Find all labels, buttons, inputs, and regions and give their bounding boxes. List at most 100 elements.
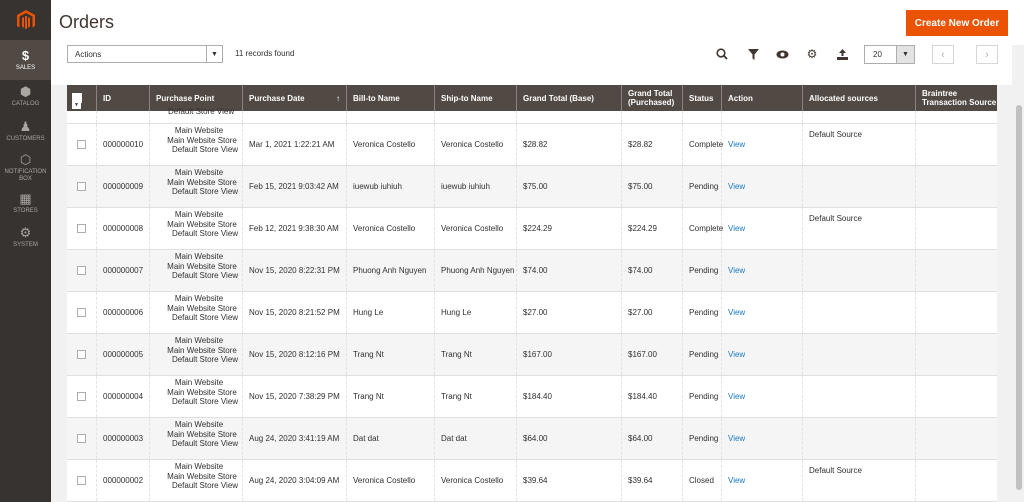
sidebar-item-notification-box[interactable]: ⬡ NOTIFICATION BOX <box>0 149 51 187</box>
view-order-link[interactable]: View <box>728 224 745 233</box>
column-header-purchase-date[interactable]: Purchase Date ↑ <box>243 85 347 111</box>
braintree-cell <box>916 124 997 165</box>
page-scrollbar[interactable] <box>1014 45 1024 502</box>
eye-icon[interactable] <box>773 45 791 63</box>
table-row[interactable]: 000000005 Main Website Main Website Store D… <box>67 334 997 376</box>
column-header-status[interactable]: Status <box>683 85 722 111</box>
purchase-point-website: Main Website <box>174 168 224 177</box>
purchase-point-store-view: Default Store View <box>171 229 239 238</box>
source-cell: Default Source <box>803 124 916 165</box>
status-cell: Complete <box>683 208 723 249</box>
row-select-cell <box>67 334 97 375</box>
sort-ascending-icon[interactable]: ↑ <box>336 94 340 103</box>
page-size-value: 20 <box>873 50 882 59</box>
id-cell: 000000004 <box>97 376 150 417</box>
view-order-link[interactable]: View <box>728 392 745 401</box>
table-row[interactable]: 000000009 Main Website Main Website Store D… <box>67 166 997 208</box>
id-cell: 000000008 <box>97 208 150 249</box>
create-new-order-button[interactable]: Create New Order <box>906 10 1008 36</box>
row-checkbox[interactable] <box>77 434 86 443</box>
purchase-point-store-view: Default Store View <box>171 439 239 448</box>
table-row[interactable]: 000000002 Main Website Main Website Store D… <box>67 460 997 502</box>
row-checkbox[interactable] <box>77 308 86 317</box>
purchase-point-website: Main Website <box>174 210 224 219</box>
purchased-value: $184.40 <box>628 392 657 401</box>
purchased-value: $27.00 <box>628 308 653 317</box>
base-value: $39.64 <box>523 476 548 485</box>
column-header-action[interactable]: Action <box>722 85 803 111</box>
column-header-label: Status <box>689 93 714 103</box>
status-value: Pending <box>689 308 719 317</box>
column-header-id[interactable]: ID <box>97 85 150 111</box>
table-row[interactable]: 000000004 Main Website Main Website Store D… <box>67 376 997 418</box>
table-row[interactable]: 000000003 Main Website Main Website Store D… <box>67 418 997 460</box>
table-row[interactable]: 000000006 Main Website Main Website Store D… <box>67 292 997 334</box>
date-cell: Feb 12, 2021 9:38:30 AM <box>243 208 347 249</box>
row-checkbox[interactable] <box>77 476 86 485</box>
base-value: $75.00 <box>523 182 548 191</box>
view-order-link[interactable]: View <box>728 476 745 485</box>
table-row[interactable]: 000000008 Main Website Main Website Store D… <box>67 208 997 250</box>
sidebar-item-stores[interactable]: ▦ STORES <box>0 187 51 220</box>
braintree-cell <box>916 334 997 375</box>
view-order-link[interactable]: View <box>728 182 745 191</box>
status-cell: Pending <box>683 292 722 333</box>
bill-cell: Veronica Costello <box>347 124 435 165</box>
filter-icon[interactable] <box>744 45 762 63</box>
table-row[interactable]: 000000010 Main Website Main Website Store D… <box>67 124 997 166</box>
mass-actions-dropdown[interactable]: Actions ▼ <box>67 45 223 63</box>
gear-icon: ⚙ <box>19 225 32 240</box>
table-row[interactable]: 000000007 Main Website Main Website Store D… <box>67 250 997 292</box>
row-checkbox[interactable] <box>77 266 86 275</box>
date-cell: Feb 15, 2021 9:03:42 AM <box>243 166 347 207</box>
sidebar-item-catalog[interactable]: ⬢ CATALOG <box>0 80 51 113</box>
view-order-link[interactable]: View <box>728 350 745 359</box>
view-order-link[interactable]: View <box>728 308 745 317</box>
base-cell: $74.00 <box>517 250 622 291</box>
row-checkbox[interactable] <box>77 224 86 233</box>
action-cell: View <box>722 250 803 291</box>
next-page-button[interactable]: › <box>976 45 998 64</box>
id-value: 000000008 <box>103 224 144 233</box>
row-checkbox[interactable] <box>77 182 86 191</box>
sidebar-item-customers[interactable]: ♟ CUSTOMERS <box>0 113 51 149</box>
column-header-braintree-transaction-source[interactable]: Braintree Transaction Source <box>916 85 997 111</box>
export-icon[interactable] <box>833 45 851 63</box>
row-checkbox[interactable] <box>77 392 86 401</box>
sidebar-item-sales[interactable]: $ SALES <box>0 40 51 80</box>
table-row-partial: Default Store View <box>67 108 997 124</box>
base-value: $184.40 <box>523 392 552 401</box>
column-header-grand-total-base[interactable]: Grand Total (Base) <box>517 85 622 111</box>
id-value: 000000010 <box>103 140 144 149</box>
id-cell: 000000010 <box>97 124 150 165</box>
sidebar-item-system[interactable]: ⚙ SYSTEM <box>0 220 51 255</box>
scrollbar-thumb[interactable] <box>1016 105 1022 490</box>
page-size-select[interactable]: 20 ▼ <box>864 45 915 64</box>
column-header-grand-total-purchased[interactable]: Grand Total (Purchased) <box>622 85 683 111</box>
ship-cell: Trang Nt <box>435 334 517 375</box>
column-header-label: Purchase Point <box>156 93 215 103</box>
view-order-link[interactable]: View <box>728 140 745 149</box>
base-value: $27.00 <box>523 308 548 317</box>
view-order-link[interactable]: View <box>728 434 745 443</box>
orders-grid: ▼ ID Purchase Point Purchase Date ↑ Bill-to N… <box>67 85 997 502</box>
column-header-bill-to-name[interactable]: Bill-to Name <box>347 85 435 111</box>
id-value: 000000006 <box>103 308 144 317</box>
person-icon: ♟ <box>19 118 32 134</box>
ship-value: Veronica Costello <box>441 224 504 233</box>
dollar-icon: $ <box>21 47 30 63</box>
table-cell <box>517 111 622 123</box>
date-cell: Nov 15, 2020 8:12:16 PM <box>243 334 347 375</box>
search-icon[interactable] <box>713 45 731 63</box>
previous-page-button[interactable]: ‹ <box>932 45 954 64</box>
row-checkbox[interactable] <box>77 140 86 149</box>
column-header-label: Allocated sources <box>809 93 878 103</box>
gear-icon[interactable]: ⚙ <box>803 45 821 63</box>
row-checkbox[interactable] <box>77 350 86 359</box>
magento-logo[interactable] <box>0 0 51 40</box>
column-header-ship-to-name[interactable]: Ship-to Name <box>435 85 517 111</box>
table-cell <box>722 111 803 123</box>
view-order-link[interactable]: View <box>728 266 745 275</box>
column-header-allocated-sources[interactable]: Allocated sources <box>803 85 916 111</box>
select-all-dropdown-icon[interactable]: ▼ <box>72 101 81 109</box>
